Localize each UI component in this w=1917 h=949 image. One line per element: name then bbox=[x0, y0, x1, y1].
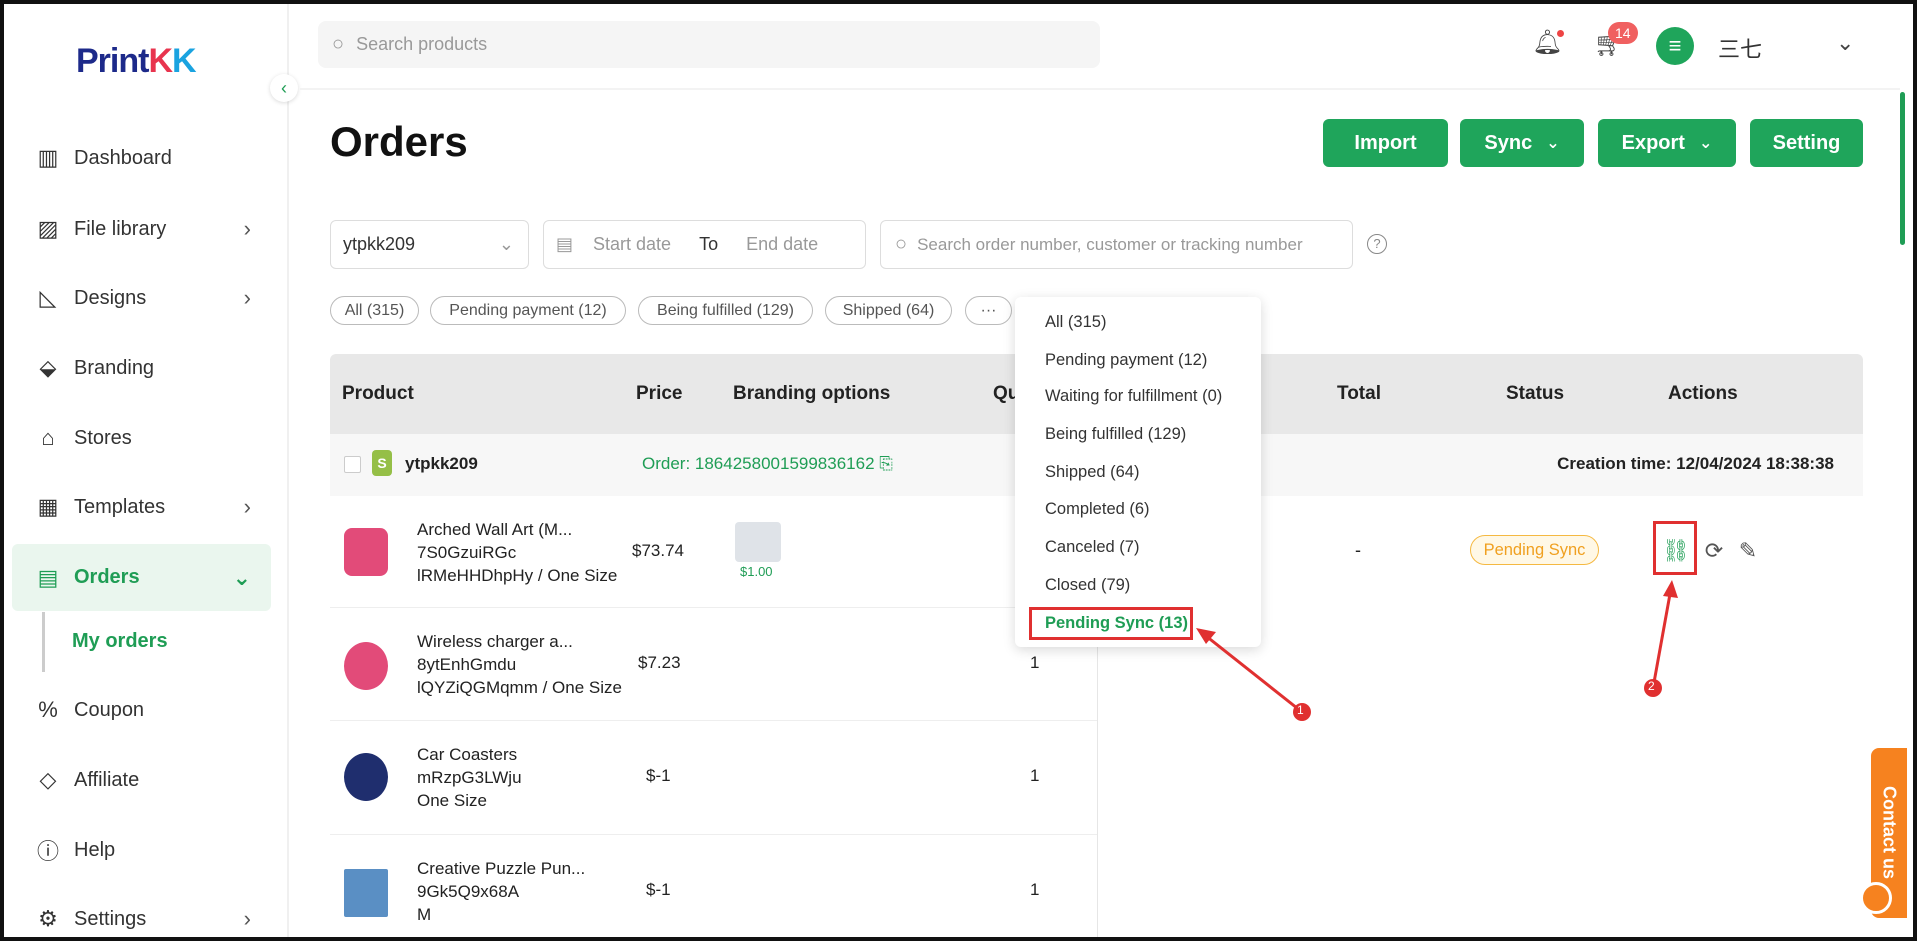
annotation-arrows bbox=[1196, 580, 1678, 721]
arrow-2 bbox=[1651, 580, 1678, 689]
arrow-1 bbox=[1196, 628, 1303, 714]
